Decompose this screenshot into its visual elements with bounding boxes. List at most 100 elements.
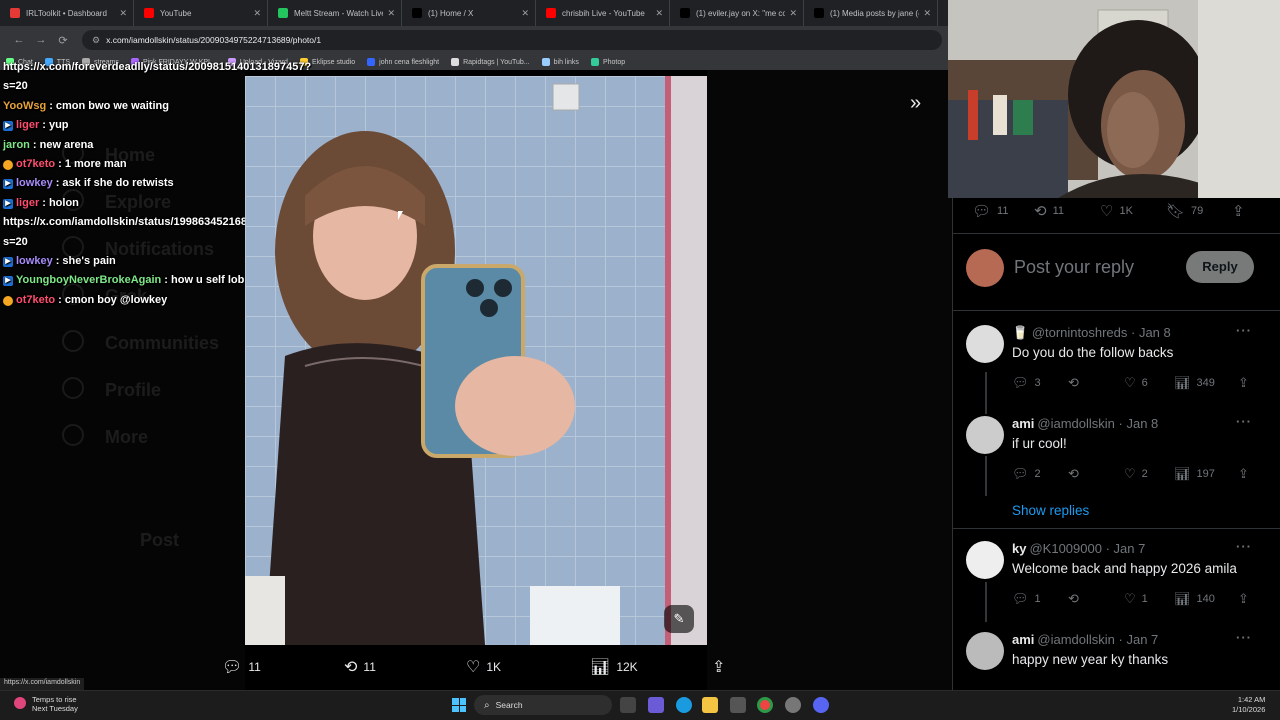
like-button[interactable]: ♡ 1	[1124, 591, 1148, 607]
reply-button[interactable]: 💬︎ 3	[1012, 375, 1041, 391]
bookmark-item[interactable]: john cena fleshlight	[367, 58, 439, 66]
close-tab-icon[interactable]: ✕	[521, 8, 529, 19]
author-handle[interactable]: @K1009000	[1029, 541, 1101, 556]
close-tab-icon[interactable]: ✕	[253, 8, 261, 19]
photo-like-button[interactable]: ♡ 1K	[466, 657, 501, 677]
post-date[interactable]: Jan 7	[1114, 541, 1146, 556]
author-name[interactable]: ami	[1012, 416, 1034, 431]
start-button[interactable]	[452, 698, 466, 712]
avatar[interactable]	[966, 416, 1004, 454]
back-icon[interactable]: ←	[8, 34, 30, 46]
tab-title: (1) eviler.jay on X: "me cor	[696, 8, 786, 18]
chrome-icon[interactable]	[757, 697, 773, 713]
views-button[interactable]: 📊︎ 349	[1174, 375, 1215, 391]
taskbar-search[interactable]: ⌕ Search	[474, 695, 612, 715]
reply-input[interactable]: Post your reply	[1014, 257, 1134, 278]
site-info-icon[interactable]: ⚙	[92, 35, 100, 46]
author-name[interactable]: ky	[1012, 541, 1026, 556]
divider	[952, 233, 1280, 234]
panel-bookmark-button[interactable]: 🔖︎ 79	[1166, 202, 1203, 220]
bookmark-item[interactable]: Rapidtags | YouTub...	[451, 58, 530, 66]
post-date[interactable]: Jan 8	[1126, 416, 1158, 431]
reply-count: 3	[1034, 377, 1041, 389]
like-button[interactable]: ♡ 2	[1124, 466, 1148, 482]
post-text: Welcome back and happy 2026 amila	[1012, 561, 1237, 576]
reply-post[interactable]: ky @K1009000 · Jan 7 ··· Welcome back and h…	[966, 539, 1266, 606]
close-tab-icon[interactable]: ✕	[923, 8, 931, 19]
more-options-icon[interactable]: ···	[1236, 630, 1252, 645]
reply-post[interactable]: ami @iamdollskin · Jan 8 ··· if ur cool! 💬︎ 2…	[966, 414, 1266, 481]
more-options-icon[interactable]: ···	[1236, 323, 1252, 338]
author-handle[interactable]: @iamdollskin	[1037, 632, 1115, 647]
browser-tab[interactable]: (1) Home / X ✕	[402, 0, 536, 26]
browser-tab[interactable]: YouTube ✕	[134, 0, 268, 26]
file-explorer-icon[interactable]	[702, 697, 718, 713]
panel-like-button[interactable]: ♡ 1K	[1100, 202, 1133, 220]
photo-share-button[interactable]: ⇪	[712, 657, 731, 677]
reply-button[interactable]: 💬︎ 2	[1012, 466, 1041, 482]
nav-item-ghost: Profile	[105, 380, 162, 400]
author-handle[interactable]: @iamdollskin	[1037, 416, 1115, 431]
close-tab-icon[interactable]: ✕	[655, 8, 663, 19]
bookmark-label: Rapidtags | YouTub...	[463, 58, 530, 66]
platform-badge-icon: ▶	[3, 179, 13, 190]
chat-username: liger	[16, 119, 40, 132]
reload-icon[interactable]: ⟳	[52, 34, 74, 47]
close-tab-icon[interactable]: ✕	[789, 8, 797, 19]
photo-repost-button[interactable]: ⟲ 11	[344, 657, 376, 677]
panel-reply-button[interactable]: 💬︎ 11	[972, 202, 1008, 220]
reply-button[interactable]: Reply	[1186, 251, 1254, 283]
photo-reply-button[interactable]: 💬︎ 11	[222, 657, 261, 677]
edit-image-icon[interactable]: ✎	[664, 605, 694, 633]
repost-icon: ⟲	[344, 659, 358, 676]
reply-post[interactable]: 🥛 @tornintoshreds · Jan 8 ··· Do you do th…	[966, 323, 1266, 390]
panel-share-button[interactable]: ⇪	[1232, 202, 1251, 220]
repost-button[interactable]: ⟲	[1068, 375, 1085, 391]
panel-repost-button[interactable]: ⟲ 11	[1034, 202, 1064, 220]
photo-views-button[interactable]: 📊︎ 12K	[590, 657, 638, 677]
forward-icon[interactable]: →	[30, 34, 52, 46]
more-options-icon[interactable]: ···	[1236, 539, 1252, 554]
like-button[interactable]: ♡ 6	[1124, 375, 1148, 391]
edge-icon[interactable]	[676, 697, 692, 713]
reply-button[interactable]: 💬︎ 1	[1012, 591, 1041, 607]
obs-icon[interactable]	[785, 697, 801, 713]
browser-tab[interactable]: (1) Media posts by jane (@ ✕	[804, 0, 938, 26]
more-options-icon[interactable]: ···	[1236, 414, 1252, 429]
post-date[interactable]: Jan 7	[1126, 632, 1158, 647]
share-button[interactable]: ⇪	[1238, 466, 1255, 482]
store-icon[interactable]	[730, 697, 746, 713]
clock-time: 1:42 AM	[1237, 695, 1266, 704]
discord-icon[interactable]	[813, 697, 829, 713]
current-user-avatar[interactable]	[966, 249, 1004, 287]
bookmark-item[interactable]: bih links	[541, 58, 579, 66]
author-name[interactable]: ami	[1012, 632, 1034, 647]
views-button[interactable]: 📊︎ 197	[1174, 466, 1215, 482]
expand-panel-icon[interactable]: »	[910, 92, 921, 115]
avatar[interactable]	[966, 632, 1004, 670]
share-button[interactable]: ⇪	[1238, 591, 1255, 607]
avatar[interactable]	[966, 325, 1004, 363]
task-view-icon[interactable]	[620, 697, 636, 713]
browser-tab[interactable]: Meltt Stream - Watch Live ✕	[268, 0, 402, 26]
youtube-icon	[546, 8, 556, 18]
post-photo[interactable]	[245, 76, 707, 645]
copilot-icon[interactable]	[648, 697, 664, 713]
post-date[interactable]: Jan 8	[1139, 325, 1171, 340]
system-clock[interactable]: 1:42 AM 1/10/2026	[1232, 695, 1265, 715]
views-button[interactable]: 📊︎ 140	[1174, 591, 1215, 607]
repost-button[interactable]: ⟲	[1068, 466, 1085, 482]
share-button[interactable]: ⇪	[1238, 375, 1255, 391]
repost-button[interactable]: ⟲	[1068, 591, 1085, 607]
bookmark-item[interactable]: Photop	[590, 58, 625, 66]
author-handle[interactable]: @tornintoshreds	[1032, 325, 1128, 340]
url-input[interactable]: ⚙ x.com/iamdollskin/status/2009034975224…	[82, 30, 942, 50]
avatar[interactable]	[966, 541, 1004, 579]
show-replies-link[interactable]: Show replies	[1012, 503, 1089, 518]
close-tab-icon[interactable]: ✕	[119, 8, 127, 19]
browser-tab[interactable]: IRLToolkit • Dashboard ✕	[0, 0, 134, 26]
browser-tab[interactable]: chrisbih Live - YouTube ✕	[536, 0, 670, 26]
reply-post[interactable]: ami @iamdollskin · Jan 7 ··· happy new year…	[966, 630, 1266, 692]
close-tab-icon[interactable]: ✕	[387, 8, 395, 19]
browser-tab[interactable]: (1) eviler.jay on X: "me cor ✕	[670, 0, 804, 26]
